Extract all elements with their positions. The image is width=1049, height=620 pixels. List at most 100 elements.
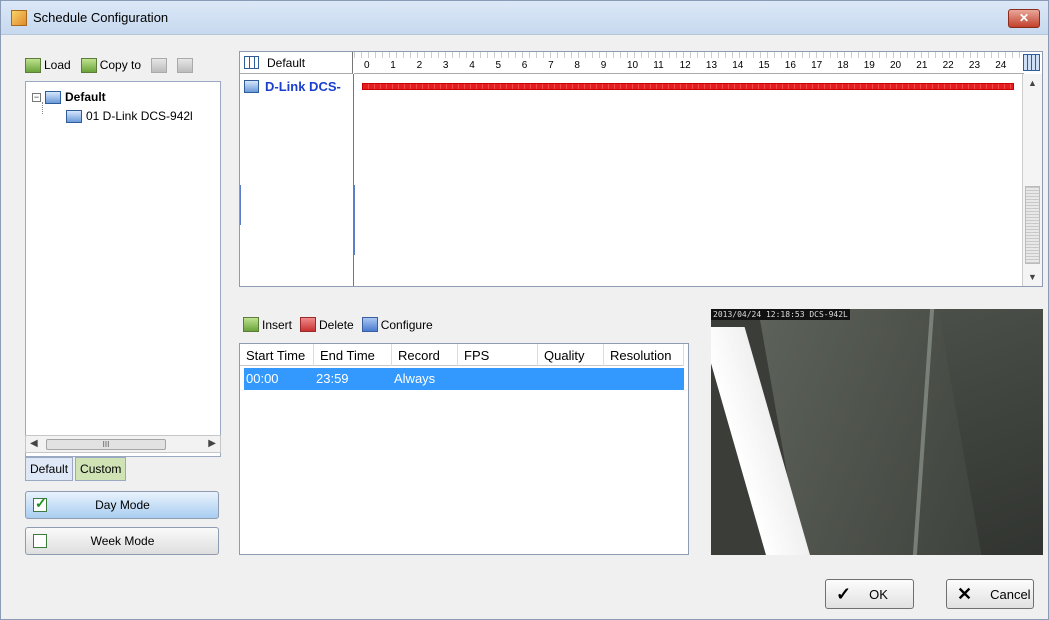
preview-timestamp: 2013/04/24 12:18:53 DCS-942L bbox=[711, 309, 850, 320]
timeline-row-camera[interactable]: D-Link DCS- bbox=[244, 79, 341, 94]
selection-marker-left bbox=[240, 185, 241, 225]
vertical-scroll-thumb[interactable] bbox=[1025, 186, 1040, 264]
hour-label: 22 bbox=[942, 60, 954, 71]
group-icon bbox=[45, 90, 61, 104]
hour-label: 16 bbox=[784, 60, 796, 71]
day-mode-label: Day Mode bbox=[95, 498, 150, 512]
hour-label: 2 bbox=[416, 60, 423, 71]
camera-preview: 2013/04/24 12:18:53 DCS-942L bbox=[711, 309, 1043, 555]
camera-row-icon bbox=[244, 80, 259, 93]
load-button[interactable]: Load bbox=[25, 57, 71, 73]
ok-label: OK bbox=[869, 586, 888, 602]
hour-label: 15 bbox=[758, 60, 770, 71]
configure-label: Configure bbox=[380, 317, 433, 332]
load-label: Load bbox=[44, 58, 71, 72]
copy-to-button[interactable]: Copy to bbox=[80, 57, 142, 73]
tab-default[interactable]: Default bbox=[25, 457, 74, 481]
schedule-list: Start Time End Time Record FPS Quality R… bbox=[239, 343, 689, 555]
hour-label: 12 bbox=[679, 60, 691, 71]
scroll-up-icon[interactable]: ▲ bbox=[1028, 78, 1037, 88]
tree-child-label: 01 D-Link DCS-942l bbox=[86, 109, 193, 123]
hour-label: 17 bbox=[811, 60, 823, 71]
day-mode-button[interactable]: Day Mode bbox=[25, 491, 219, 519]
day-mode-checkbox[interactable] bbox=[33, 495, 47, 512]
cell-start-time: 00:00 bbox=[246, 371, 279, 386]
configure-button[interactable]: Configure bbox=[361, 317, 433, 332]
insert-icon bbox=[243, 317, 259, 332]
scroll-left-icon[interactable]: ◀ bbox=[30, 438, 38, 449]
grid-settings-icon[interactable] bbox=[1023, 54, 1040, 71]
check-icon: ✓ bbox=[836, 583, 852, 604]
ok-button[interactable]: ✓ OK bbox=[825, 579, 914, 609]
hour-label: 20 bbox=[890, 60, 902, 71]
close-button[interactable]: ✕ bbox=[1008, 9, 1040, 28]
remove-icon bbox=[177, 57, 194, 73]
insert-button[interactable]: Insert bbox=[243, 317, 292, 332]
hour-label: 23 bbox=[968, 60, 981, 71]
tree-horizontal-scrollbar[interactable]: ◀ III ▶ bbox=[25, 435, 221, 453]
tree-item-camera[interactable]: 01 D-Link DCS-942l bbox=[66, 109, 193, 123]
tab-custom[interactable]: Custom bbox=[75, 457, 127, 481]
device-tree: − Default 01 D-Link DCS-942l bbox=[25, 81, 221, 457]
week-mode-button[interactable]: Week Mode bbox=[25, 527, 219, 555]
schedule-timeline: Default 0 1 2 3 4 5 6 7 8 9 10 11 12 13 14 15 16 17 18 19 20… bbox=[239, 51, 1043, 287]
scroll-down-icon[interactable]: ▼ bbox=[1028, 272, 1037, 282]
hour-label: 14 bbox=[732, 60, 744, 71]
hour-label: 13 bbox=[705, 60, 718, 71]
hour-label: 3 bbox=[442, 60, 449, 71]
hour-label: 1 bbox=[390, 60, 396, 71]
week-mode-checkbox[interactable] bbox=[33, 534, 47, 548]
cell-quality bbox=[538, 368, 604, 390]
delete-icon bbox=[300, 317, 317, 332]
cell-fps bbox=[458, 368, 538, 390]
tree-tabs: Default Custom bbox=[25, 457, 127, 481]
timeline-vertical-scrollbar[interactable]: ▲ ▼ bbox=[1022, 74, 1042, 286]
column-resolution[interactable]: Resolution bbox=[604, 344, 684, 366]
hour-label: 7 bbox=[548, 60, 554, 71]
schedule-configuration-window: Schedule Configuration ✕ Load Copy to − … bbox=[0, 0, 1049, 620]
column-record[interactable]: Record bbox=[392, 344, 458, 366]
camera-icon bbox=[66, 109, 82, 123]
cell-end-time: 23:59 bbox=[316, 371, 349, 386]
hour-label: 5 bbox=[495, 60, 502, 71]
recording-schedule-bar[interactable] bbox=[362, 83, 1014, 90]
week-mode-label: Week Mode bbox=[90, 534, 155, 548]
delete-button[interactable]: Delete bbox=[300, 317, 354, 332]
timeline-header: Default bbox=[240, 52, 353, 74]
cancel-button[interactable]: ✕ Cancel bbox=[946, 579, 1034, 609]
scroll-right-icon[interactable]: ▶ bbox=[208, 438, 216, 449]
copy-icon bbox=[80, 57, 97, 73]
add-disabled-button[interactable] bbox=[151, 57, 168, 73]
column-end-time[interactable]: End Time bbox=[314, 344, 392, 366]
column-start-time[interactable]: Start Time bbox=[240, 344, 314, 366]
schedule-list-header: Start Time End Time Record FPS Quality R… bbox=[240, 344, 684, 366]
hour-label: 19 bbox=[863, 60, 875, 71]
insert-label: Insert bbox=[262, 317, 293, 332]
tree-connector bbox=[42, 102, 43, 114]
schedule-grid-icon bbox=[244, 56, 259, 69]
hour-label: 11 bbox=[653, 60, 664, 71]
tree-item-default[interactable]: − Default bbox=[32, 90, 106, 104]
hour-label: 4 bbox=[469, 60, 475, 71]
cell-record: Always bbox=[394, 371, 436, 386]
hour-label: 9 bbox=[600, 60, 607, 71]
delete-disabled-button[interactable] bbox=[177, 57, 194, 73]
hour-label: 8 bbox=[574, 60, 580, 71]
scroll-thumb[interactable]: III bbox=[46, 439, 166, 450]
hour-scale: 0 1 2 3 4 5 6 7 8 9 10 11 12 13 14 15 16 17 18 19 20 21 22 23 24 bbox=[354, 52, 1024, 74]
hour-label: 6 bbox=[521, 60, 528, 71]
selection-marker-right bbox=[353, 185, 355, 255]
cancel-label: Cancel bbox=[990, 586, 1031, 602]
hour-label: 0 bbox=[364, 60, 370, 71]
tree-root-label: Default bbox=[65, 90, 106, 104]
column-fps[interactable]: FPS bbox=[458, 344, 538, 366]
hour-label: 18 bbox=[837, 60, 849, 71]
copy-to-label: Copy to bbox=[99, 58, 142, 72]
x-icon: ✕ bbox=[957, 583, 973, 604]
window-title: Schedule Configuration bbox=[33, 10, 169, 25]
column-quality[interactable]: Quality bbox=[538, 344, 604, 366]
hour-label: 10 bbox=[627, 60, 639, 71]
cell-resolution bbox=[604, 368, 684, 390]
schedule-list-row[interactable]: 00:00 23:59 Always bbox=[244, 368, 684, 390]
collapse-icon[interactable]: − bbox=[32, 92, 41, 102]
